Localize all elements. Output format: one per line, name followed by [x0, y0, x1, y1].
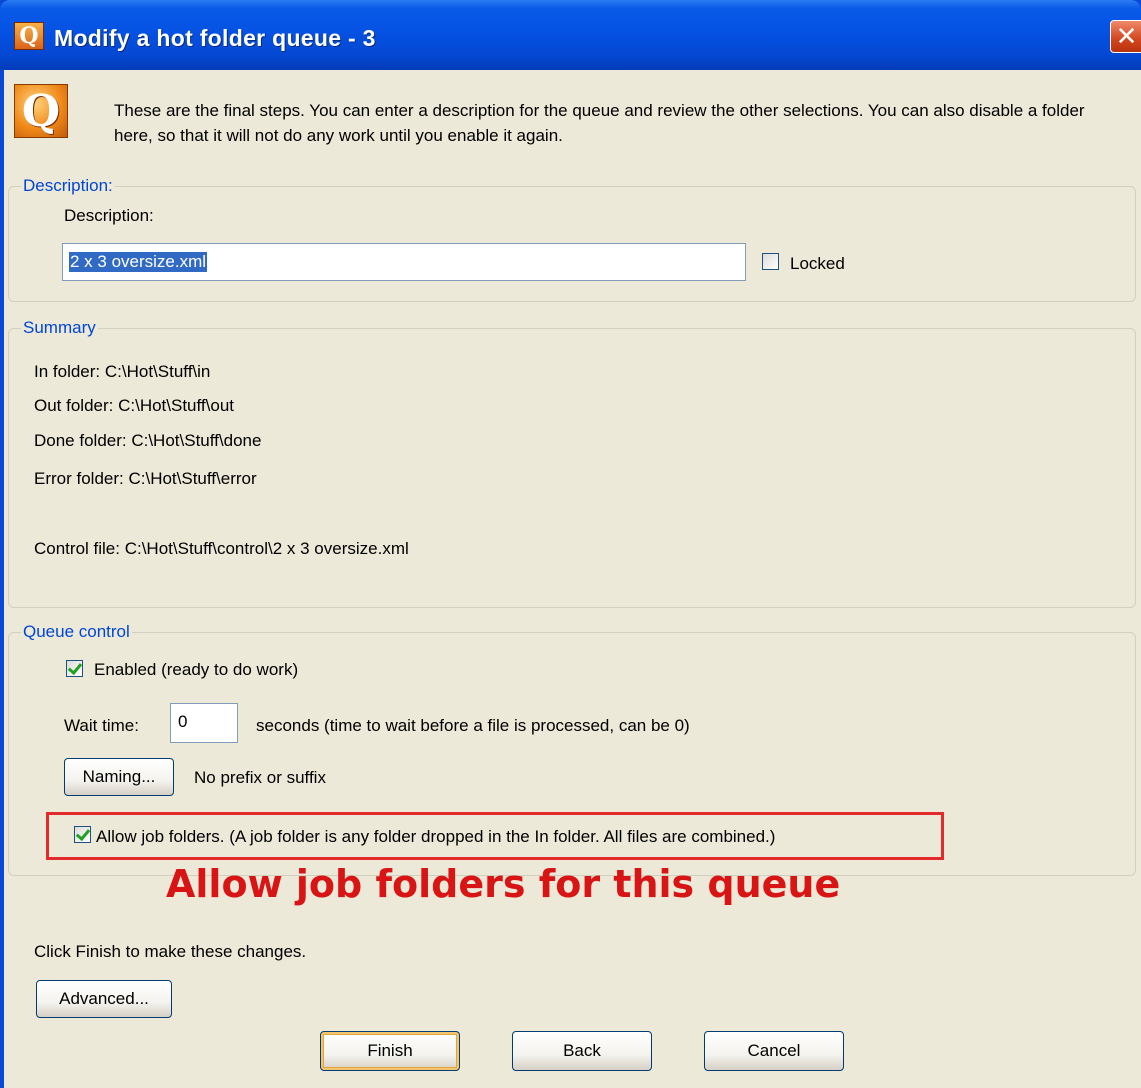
enabled-checkbox[interactable] [66, 660, 83, 677]
wait-time-label: Wait time: [64, 716, 139, 735]
cancel-button[interactable]: Cancel [704, 1031, 844, 1071]
done-folder-text: Done folder: C:\Hot\Stuff\done [34, 431, 262, 450]
advanced-button[interactable]: Advanced... [36, 980, 172, 1018]
summary-legend: Summary [23, 318, 96, 337]
app-icon-letter: Q [19, 23, 39, 49]
description-label: Description: [64, 206, 154, 225]
description-group: Description: [8, 176, 1136, 302]
enabled-label: Enabled (ready to do work) [94, 660, 299, 679]
close-icon: ✕ [1115, 21, 1138, 51]
in-folder-text: In folder: C:\Hot\Stuff\in [34, 362, 211, 381]
allow-job-folders-label: Allow job folders. (A job folder is any … [96, 827, 776, 846]
control-file-text: Control file: C:\Hot\Stuff\control\2 x 3… [34, 539, 409, 558]
back-button[interactable]: Back [512, 1031, 652, 1071]
wait-time-input[interactable]: 0 [170, 703, 238, 743]
wait-time-value: 0 [178, 712, 188, 731]
locked-label: Locked [790, 254, 845, 273]
description-input[interactable]: 2 x 3 oversize.xml [62, 243, 746, 281]
finish-instruction: Click Finish to make these changes. [34, 942, 307, 961]
description-value: 2 x 3 oversize.xml [69, 252, 208, 272]
error-folder-text: Error folder: C:\Hot\Stuff\error [34, 469, 257, 488]
close-button[interactable]: ✕ [1110, 20, 1141, 53]
naming-button[interactable]: Naming... [64, 758, 174, 796]
q-logo-icon: Q [14, 84, 68, 138]
dialog-window: Q Modify a hot folder queue - 3 ✕ Q Thes… [0, 0, 1141, 1088]
finish-button[interactable]: Finish [320, 1031, 460, 1071]
description-legend: Description: [23, 176, 113, 195]
annotation-text: Allow job folders for this queue [166, 862, 841, 906]
queue-control-legend: Queue control [23, 622, 130, 641]
wait-time-hint: seconds (time to wait before a file is p… [256, 716, 690, 735]
locked-checkbox[interactable] [762, 253, 779, 270]
app-icon: Q [14, 22, 44, 50]
title-bar[interactable]: Q Modify a hot folder queue - 3 ✕ [0, 0, 1141, 70]
allow-job-folders-checkbox[interactable] [74, 826, 91, 843]
out-folder-text: Out folder: C:\Hot\Stuff\out [34, 396, 235, 415]
dialog-body: Q These are the final steps. You can ent… [4, 70, 1141, 1088]
naming-status: No prefix or suffix [194, 768, 326, 787]
q-logo-letter: Q [21, 85, 61, 137]
window-title: Modify a hot folder queue - 3 [54, 25, 376, 51]
intro-text: These are the final steps. You can enter… [114, 101, 1085, 145]
